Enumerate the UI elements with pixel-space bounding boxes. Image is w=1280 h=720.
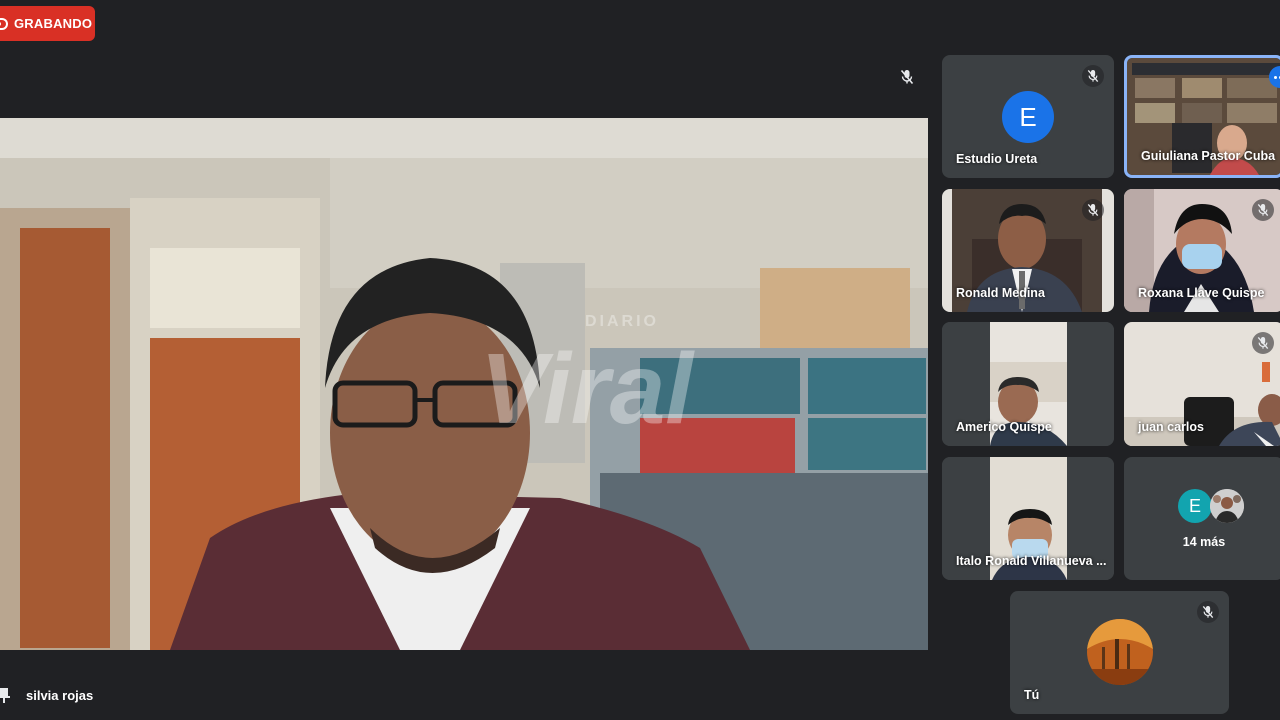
participant-name: Ronald Medina — [956, 286, 1045, 300]
more-participants-tile[interactable]: E 14 más — [1124, 457, 1280, 580]
record-icon — [0, 17, 8, 30]
pin-icon[interactable] — [0, 686, 10, 704]
participant-tile-americo-quispe[interactable]: Americo Quispe — [942, 322, 1114, 446]
self-tile[interactable]: Tú — [1010, 591, 1229, 714]
more-participants-count: 14 más — [1182, 535, 1226, 549]
participant-tile-guiuliana-pastor-cuba[interactable]: Guiuliana Pastor Cuba — [1124, 55, 1280, 178]
avatar: E — [1002, 91, 1054, 143]
main-mic-off-icon — [896, 66, 918, 88]
participant-tile-ronald-medina[interactable]: Ronald Medina — [942, 189, 1114, 312]
watermark-text: Viral — [480, 333, 695, 445]
participant-name: Americo Quispe — [956, 420, 1052, 434]
main-video: DIARIO Viral — [0, 118, 928, 650]
participant-tile-estudio-ureta[interactable]: E Estudio Ureta — [942, 55, 1114, 178]
avatar: E — [1178, 489, 1212, 523]
participant-tile-juan-carlos[interactable]: juan carlos — [1124, 322, 1280, 446]
participant-name: Estudio Ureta — [956, 152, 1038, 166]
participant-name: juan carlos — [1138, 420, 1204, 434]
avatar-photo — [1210, 489, 1244, 523]
recording-badge: GRABANDO — [0, 6, 95, 41]
mic-off-icon — [1252, 332, 1274, 354]
participant-tile-roxana-llave-quispe[interactable]: Roxana Llave Quispe — [1124, 189, 1280, 312]
recording-label: GRABANDO — [14, 16, 93, 31]
participant-name: Tú — [1024, 688, 1040, 702]
self-avatar — [1087, 619, 1153, 685]
mic-off-icon — [1082, 199, 1104, 221]
mic-off-icon — [1252, 199, 1274, 221]
mic-off-icon — [1197, 601, 1219, 623]
participant-name: Guiuliana Pastor Cuba — [1141, 149, 1276, 163]
participant-name: Roxana Llave Quispe — [1138, 286, 1265, 300]
participant-name: Italo Ronald Villanueva ... — [956, 554, 1107, 568]
participant-tile-italo-ronald-villanueva[interactable]: Italo Ronald Villanueva ... — [942, 457, 1114, 580]
mic-off-icon — [1082, 65, 1104, 87]
watermark-logo: DIARIO Viral — [480, 313, 695, 445]
watermark-brand: DIARIO — [585, 313, 659, 330]
main-speaker-name: silvia rojas — [26, 688, 94, 703]
